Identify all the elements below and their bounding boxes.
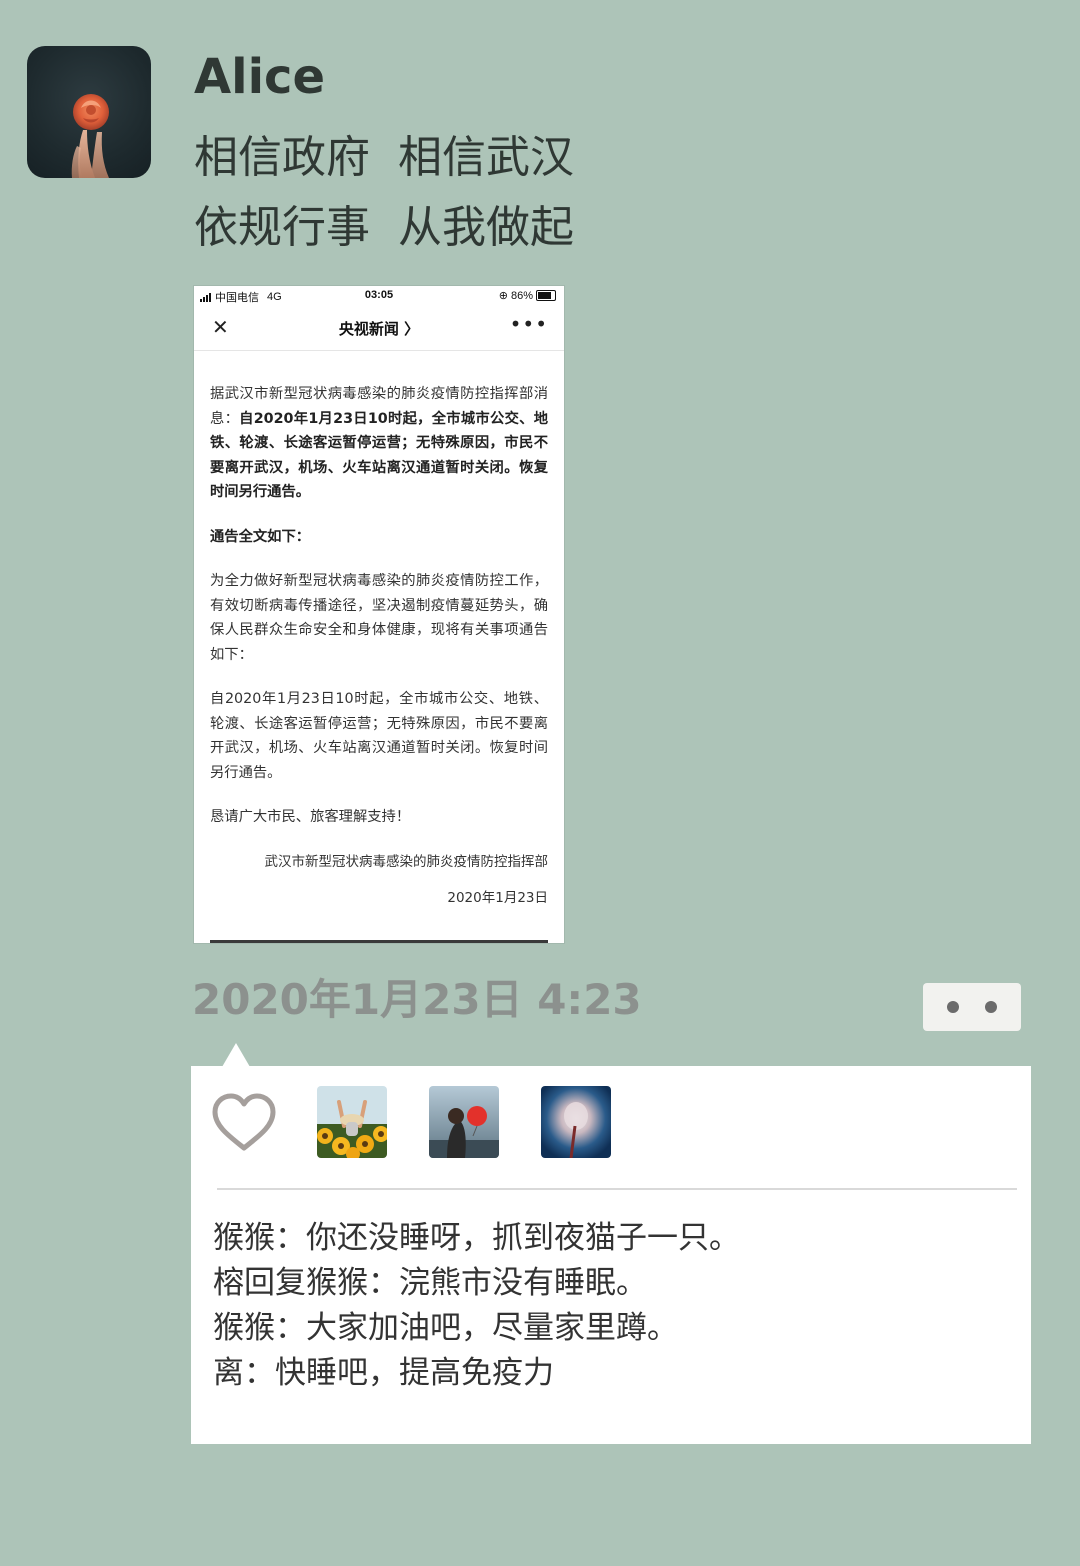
dot-icon bbox=[947, 1001, 959, 1013]
blurred-figure-photo bbox=[541, 1086, 611, 1158]
article-body: 据武汉市新型冠状病毒感染的肺炎疫情防控指挥部消息：自2020年1月23日10时起… bbox=[210, 382, 548, 911]
home-indicator bbox=[210, 940, 548, 943]
like-avatar-sunflower[interactable] bbox=[317, 1086, 387, 1158]
likes-comments-panel: 猴猴：你还没睡呀，抓到夜猫子一只。 榕回复猴猴：浣熊市没有睡眠。 猴猴：大家加油… bbox=[191, 1066, 1031, 1444]
article-signature: 武汉市新型冠状病毒感染的肺炎疫情防控指挥部 bbox=[264, 853, 549, 870]
comment-item[interactable]: 猴猴：大家加油吧，尽量家里蹲。 bbox=[213, 1306, 1013, 1351]
article-date: 2020年1月23日 bbox=[447, 890, 548, 906]
rotation-lock-icon: ⊕ bbox=[498, 290, 508, 302]
avatar[interactable] bbox=[27, 46, 151, 178]
post-text-line-1: 相信政府 相信武汉 bbox=[194, 132, 574, 183]
post-text-line-2: 依规行事 从我做起 bbox=[194, 202, 574, 253]
comment-item[interactable]: 离：快睡吧，提高免疫力 bbox=[213, 1351, 1013, 1396]
battery-percent: 86% bbox=[510, 289, 533, 302]
article-nav-bar: ✕ 央视新闻 〉 ••• bbox=[194, 306, 564, 351]
article-source-title[interactable]: 央视新闻 〉 bbox=[194, 318, 564, 339]
article-paragraph: 自2020年1月23日10时起，全市城市公交、地铁、轮渡、长途客运暂停运营；无特… bbox=[210, 691, 548, 781]
article-paragraph: 据武汉市新型冠状病毒感染的肺炎疫情防控指挥部消息：自2020年1月23日10时起… bbox=[210, 386, 549, 500]
article-paragraph: 为全力做好新型冠状病毒感染的肺炎疫情防控工作，有效切断病毒传播途径，坚决遏制疫情… bbox=[210, 573, 548, 663]
username[interactable]: Alice bbox=[194, 46, 325, 108]
article-paragraph: 恳请广大市民、旅客理解支持！ bbox=[210, 809, 411, 825]
divider bbox=[217, 1188, 1017, 1190]
shared-screenshot[interactable]: 中国电信 4G 03:05 ⊕ 86% ✕ 央视新闻 〉 ••• 据武汉市新型冠… bbox=[194, 286, 564, 943]
dot-icon bbox=[985, 1001, 997, 1013]
like-avatar-blurred[interactable] bbox=[541, 1086, 611, 1158]
status-bar: 中国电信 4G 03:05 ⊕ 86% bbox=[194, 286, 564, 306]
battery-icon bbox=[536, 290, 556, 301]
girl-with-balloon-photo bbox=[429, 1086, 499, 1158]
like-avatar-balloon[interactable] bbox=[429, 1086, 499, 1158]
heart-outline-icon[interactable] bbox=[209, 1090, 279, 1154]
comment-item[interactable]: 榕回复猴猴：浣熊市没有睡眠。 bbox=[213, 1261, 1013, 1306]
panel-pointer bbox=[222, 1043, 250, 1067]
comment-item[interactable]: 猴猴：你还没睡呀，抓到夜猫子一只。 bbox=[213, 1216, 1013, 1261]
more-icon[interactable]: ••• bbox=[510, 312, 548, 336]
more-actions-button[interactable] bbox=[923, 983, 1021, 1031]
comment-list: 猴猴：你还没睡呀，抓到夜猫子一只。 榕回复猴猴：浣熊市没有睡眠。 猴猴：大家加油… bbox=[213, 1216, 1013, 1396]
sunflower-field-photo bbox=[317, 1086, 387, 1158]
article-paragraph: 通告全文如下： bbox=[210, 528, 311, 545]
post-timestamp: 2020年1月23日 4:23 bbox=[192, 975, 642, 1024]
rose-hand-photo bbox=[71, 94, 109, 178]
